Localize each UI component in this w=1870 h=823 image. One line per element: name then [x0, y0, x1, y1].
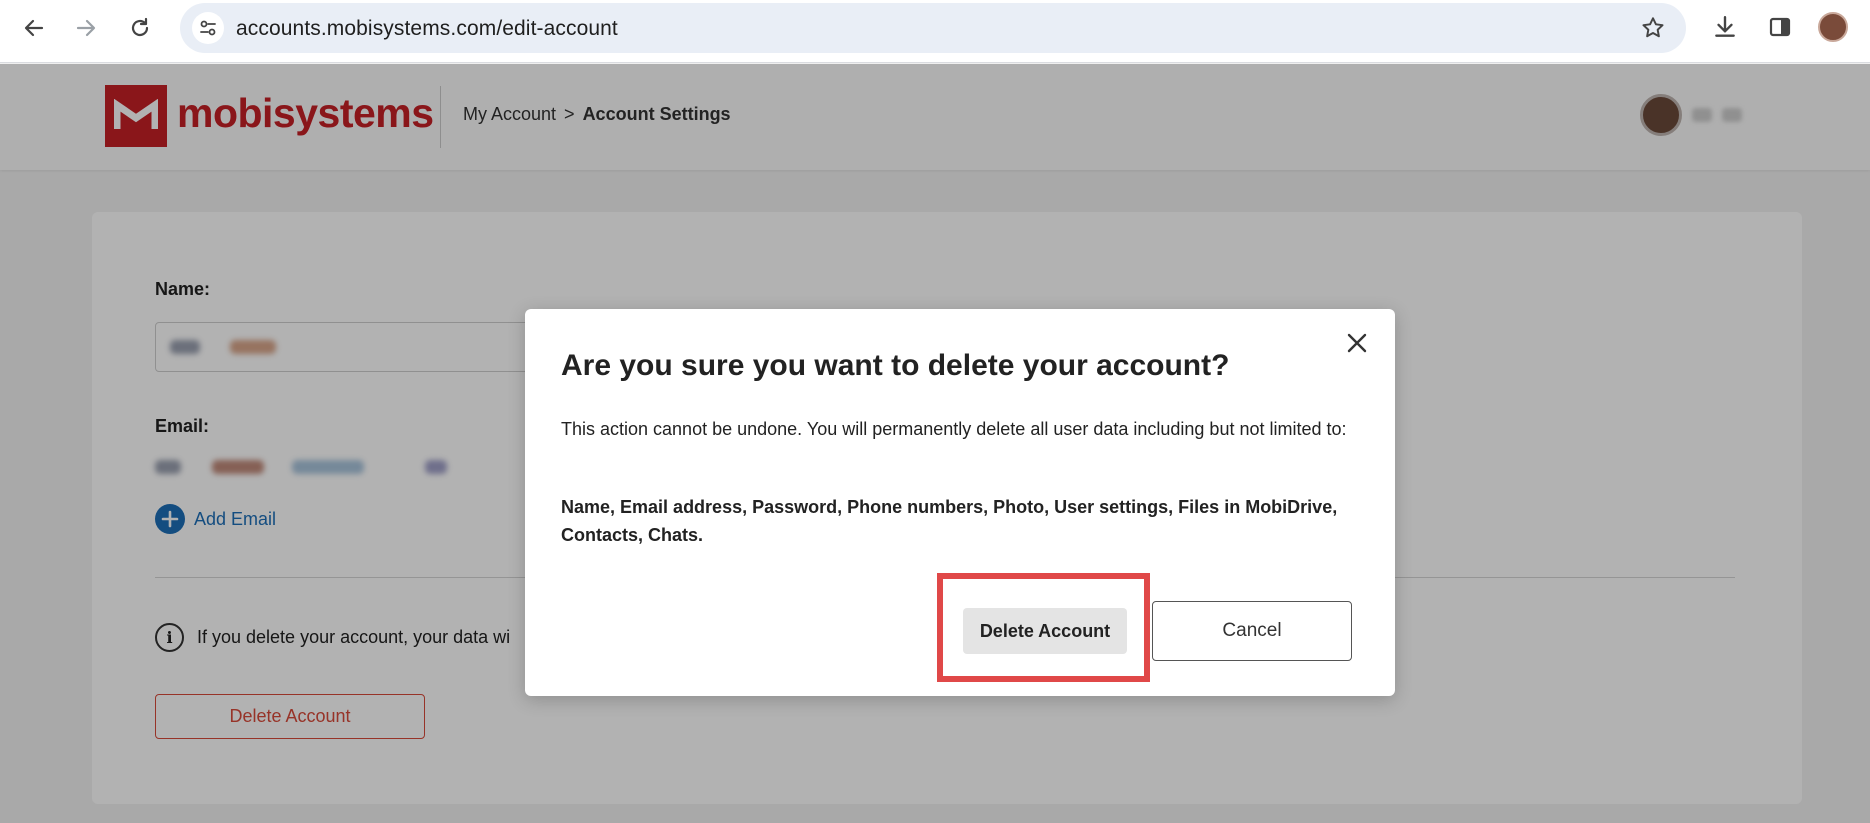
- url-text: accounts.mobisystems.com/edit-account: [236, 17, 618, 40]
- dialog-title: Are you sure you want to delete your acc…: [561, 349, 1230, 382]
- address-bar[interactable]: accounts.mobisystems.com/edit-account: [180, 3, 1686, 53]
- confirm-delete-button[interactable]: Delete Account: [963, 608, 1127, 654]
- back-button[interactable]: [16, 10, 52, 46]
- reload-icon: [131, 17, 149, 37]
- profile-avatar[interactable]: [1818, 12, 1848, 42]
- bookmark-star-icon[interactable]: [1640, 15, 1666, 41]
- back-arrow-icon: [24, 19, 44, 37]
- close-icon[interactable]: [1343, 329, 1371, 357]
- side-panel-icon[interactable]: [1765, 12, 1795, 42]
- reload-button[interactable]: [122, 10, 158, 46]
- dialog-data-list: Name, Email address, Password, Phone num…: [561, 497, 1338, 545]
- download-icon[interactable]: [1710, 12, 1740, 42]
- forward-button[interactable]: [68, 10, 104, 46]
- site-settings-icon[interactable]: [192, 12, 224, 44]
- browser-toolbar: accounts.mobisystems.com/edit-account: [0, 0, 1870, 63]
- dialog-warning-text: This action cannot be undone. You will p…: [561, 419, 1347, 439]
- forward-arrow-icon: [76, 19, 96, 37]
- cancel-button[interactable]: Cancel: [1152, 601, 1352, 661]
